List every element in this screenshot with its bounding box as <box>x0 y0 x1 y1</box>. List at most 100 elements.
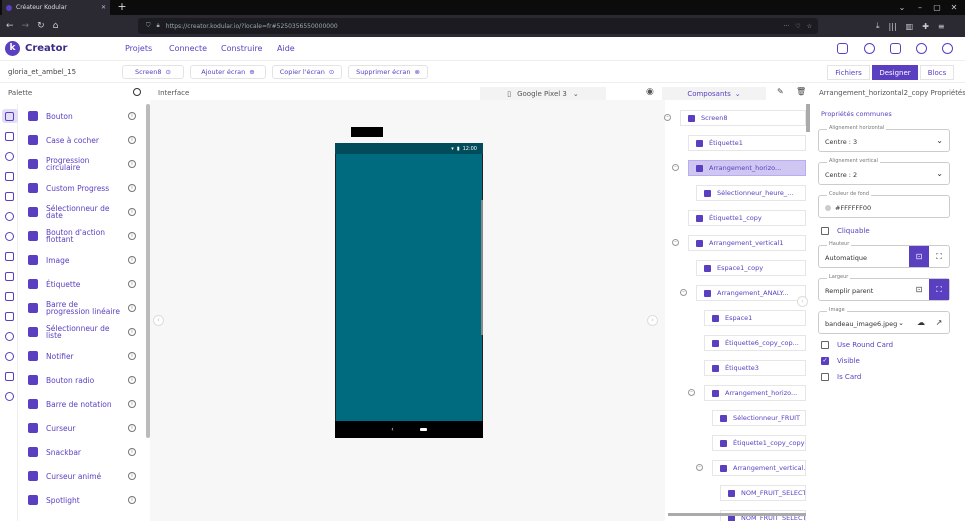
home-icon[interactable]: ⌂ <box>53 21 59 31</box>
media-icon[interactable] <box>5 152 14 161</box>
browser-tab[interactable]: Créateur Kodular ✕ <box>2 0 110 15</box>
align-vertical-field[interactable]: Alignement vertical Centre : 2 ⌄ <box>818 158 950 185</box>
is-card-row[interactable]: Is Card <box>821 373 861 381</box>
designer-view-button[interactable]: Designer <box>872 65 918 80</box>
component-node[interactable]: Screen8 <box>680 110 806 126</box>
info-icon[interactable]: i <box>128 160 136 168</box>
collapse-toggle-icon[interactable]: – <box>672 239 679 246</box>
maximize-icon[interactable]: ▢ <box>929 0 945 15</box>
kodular-logo-icon[interactable]: k <box>5 41 20 56</box>
component-node[interactable]: Étiquette3 <box>704 360 806 376</box>
menu-connecte[interactable]: Connecte <box>169 44 207 53</box>
palette-item[interactable]: Étiquette i <box>28 276 136 292</box>
collapse-toggle-icon[interactable]: – <box>664 114 671 121</box>
monetization-icon[interactable] <box>5 352 14 361</box>
palette-item[interactable]: Case à cocher i <box>28 132 136 148</box>
eye-icon[interactable]: ◉ <box>646 87 654 97</box>
clickable-checkbox-row[interactable]: Cliquable <box>821 227 870 235</box>
palette-item[interactable]: Barre de progression linéaire i <box>28 300 136 316</box>
width-fill-icon[interactable]: ⛶ <box>929 279 949 300</box>
collapse-toggle-icon[interactable]: – <box>672 164 679 171</box>
library-icon[interactable]: ||| <box>889 22 897 31</box>
palette-item[interactable]: Bouton i <box>28 108 136 124</box>
rss-icon[interactable] <box>5 312 14 321</box>
palette-item[interactable]: Bouton radio i <box>28 372 136 388</box>
background-color-field[interactable]: Couleur de fond #FFFFFF00 <box>818 191 950 218</box>
folder-icon[interactable] <box>837 43 848 54</box>
palette-item[interactable]: Sélectionneur de date i <box>28 204 136 220</box>
component-node[interactable]: Sélectionneur_FRUIT <box>712 410 806 426</box>
sensors-icon[interactable] <box>5 212 14 221</box>
emoji-icon[interactable] <box>864 43 875 54</box>
height-auto-icon[interactable]: ⊡ <box>909 246 929 267</box>
info-icon[interactable]: i <box>128 112 136 120</box>
palette-item[interactable]: Spotlight i <box>28 492 136 508</box>
component-node[interactable]: Sélectionneur_heure_... <box>696 185 806 201</box>
sidebar-icon[interactable]: ▥ <box>906 22 914 31</box>
info-icon[interactable]: i <box>128 376 136 384</box>
maps-icon[interactable] <box>5 192 14 201</box>
menu-aide[interactable]: Aide <box>277 44 295 53</box>
info-icon[interactable]: i <box>128 496 136 504</box>
use-round-card-row[interactable]: Use Round Card <box>821 341 893 349</box>
components-horizontal-scrollbar[interactable] <box>668 513 806 516</box>
palette-item[interactable]: Notifier i <box>28 348 136 364</box>
more-icon[interactable]: ··· <box>783 23 789 30</box>
info-icon[interactable]: i <box>128 448 136 456</box>
info-icon[interactable]: i <box>128 304 136 312</box>
component-node[interactable]: Espace1 <box>704 310 806 326</box>
component-node[interactable]: Étiquette1 <box>688 135 806 151</box>
use-round-card-checkbox[interactable] <box>821 341 829 349</box>
info-icon[interactable]: i <box>128 400 136 408</box>
component-node[interactable]: Étiquette1_copy_copy <box>712 435 806 451</box>
components-selector[interactable]: Composants ⌄ <box>662 87 766 100</box>
settings-icon[interactable] <box>5 392 14 401</box>
component-node[interactable]: Arrangement_horizo... <box>704 385 806 401</box>
info-icon[interactable]: i <box>128 232 136 240</box>
upload-cloud-icon[interactable]: ☁ <box>911 312 931 333</box>
device-selector[interactable]: ▯ Google Pixel 3 ⌄ <box>480 87 606 100</box>
collapse-toggle-icon[interactable]: – <box>696 464 703 471</box>
visible-checkbox[interactable]: ✓ <box>821 357 829 365</box>
collapse-toggle-icon[interactable]: – <box>688 389 695 396</box>
width-field[interactable]: Largeur Remplir parent ⊡ ⛶ <box>818 274 950 301</box>
palette-item[interactable]: Bouton d'action flottant i <box>28 228 136 244</box>
menu-projets[interactable]: Projets <box>125 44 152 53</box>
info-icon[interactable]: i <box>128 328 136 336</box>
width-auto-icon[interactable]: ⊡ <box>909 279 929 300</box>
social-icon[interactable] <box>5 232 14 241</box>
palette-item[interactable]: Image i <box>28 252 136 268</box>
palette-item[interactable]: Custom Progress i <box>28 180 136 196</box>
components-vertical-scrollbar[interactable] <box>806 104 810 132</box>
component-node[interactable]: Espace1_copy <box>696 260 806 276</box>
storage-icon[interactable] <box>5 252 14 261</box>
add-screen-button[interactable]: Ajouter écran ⊕ <box>190 65 266 79</box>
files-view-button[interactable]: Fichiers <box>827 65 870 80</box>
document-icon[interactable] <box>890 43 901 54</box>
google-icon[interactable] <box>5 332 14 341</box>
layout-icon[interactable] <box>5 132 14 141</box>
height-fill-icon[interactable]: ⛶ <box>929 246 949 267</box>
palette-item[interactable]: Snackbar i <box>28 444 136 460</box>
info-icon[interactable]: i <box>128 352 136 360</box>
component-node[interactable]: Étiquette6_copy_cop... <box>704 335 806 351</box>
info-icon[interactable]: i <box>128 136 136 144</box>
chevron-right-icon[interactable]: › <box>797 296 808 307</box>
component-node[interactable]: Étiquette1_copy <box>688 210 806 226</box>
visible-row[interactable]: ✓ Visible <box>821 357 860 365</box>
phone-screen[interactable] <box>335 143 483 438</box>
palette-item[interactable]: Curseur animé i <box>28 468 136 484</box>
account-icon[interactable] <box>942 43 953 54</box>
menu-construire[interactable]: Construire <box>221 44 262 53</box>
pocket-icon[interactable]: ♡ <box>795 23 800 30</box>
copy-screen-button[interactable]: Copier l'écran ⊙ <box>272 65 342 79</box>
gift-icon[interactable] <box>916 43 927 54</box>
back-icon[interactable]: ← <box>6 21 14 31</box>
chevron-down-icon[interactable]: ⌄ <box>891 312 911 333</box>
forward-icon[interactable]: → <box>22 21 30 31</box>
chevron-down-icon[interactable]: ⌄ <box>894 0 910 15</box>
chevron-right-icon[interactable]: › <box>647 315 658 326</box>
image-field[interactable]: Image bandeau_image6.jpeg ⌄ ☁ ↗ <box>818 307 950 334</box>
palette-item[interactable]: Sélectionneur de liste i <box>28 324 136 340</box>
clickable-checkbox[interactable] <box>821 227 829 235</box>
